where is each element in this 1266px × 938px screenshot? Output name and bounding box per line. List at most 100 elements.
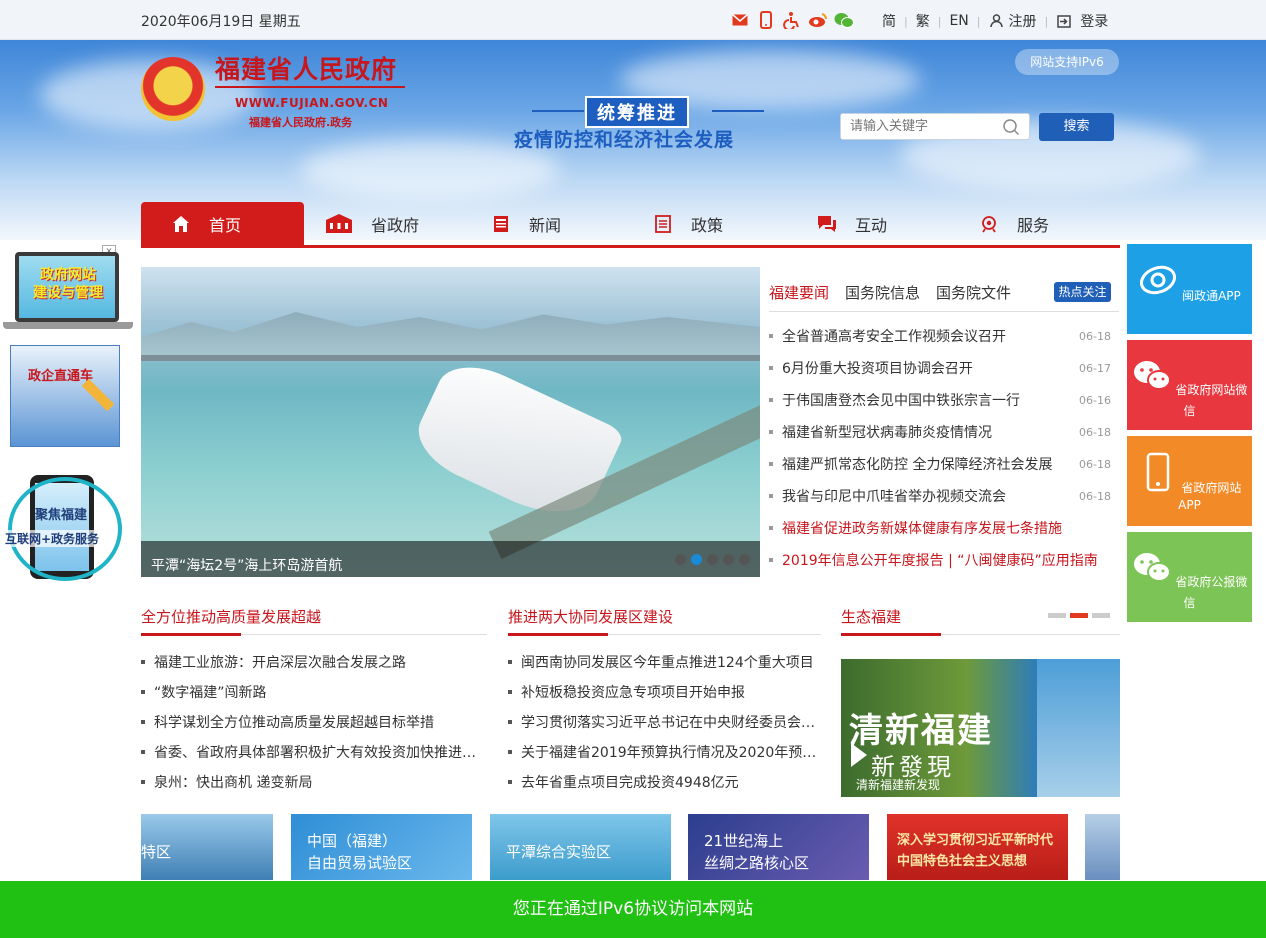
gov-app-link[interactable]: 省政府网站APP bbox=[1127, 436, 1252, 526]
slogan-bottom[interactable]: 疫情防控和经济社会发展 bbox=[514, 125, 734, 152]
list-item[interactable]: 闽西南协同发展区今年重点推进124个重大项目 bbox=[508, 647, 821, 677]
list-item-title[interactable]: “数字福建”闯新路 bbox=[154, 682, 267, 702]
news-title[interactable]: 2019年信息公开年度报告 | “八闽健康码”应用指南 bbox=[782, 550, 1111, 570]
gov-website-ad[interactable]: 政府网站 建设与管理 bbox=[3, 252, 133, 332]
list-item-title[interactable]: 科学谋划全方位推动高质量发展超越目标举措 bbox=[154, 712, 434, 732]
search-icon[interactable] bbox=[1001, 117, 1021, 137]
list-item[interactable]: 6月份重大投资项目协调会召开 06-17 bbox=[769, 352, 1111, 384]
tile-maritime-silk-road[interactable]: 21世纪海上 丝绸之路核心区 bbox=[688, 814, 869, 880]
news-date: 06-18 bbox=[1079, 329, 1111, 343]
focus-fujian-ad[interactable]: 聚焦福建 互联网+政务服务 bbox=[5, 467, 127, 587]
nav-home[interactable]: 首页 bbox=[141, 202, 304, 245]
list-item[interactable]: 福建严抓常态化防控 全力保障经济社会发展 06-18 bbox=[769, 448, 1111, 480]
news-title[interactable]: 福建省新型冠状病毒肺炎疫情情况 bbox=[782, 422, 1079, 442]
list-item[interactable]: 2019年信息公开年度报告 | “八闽健康码”应用指南 bbox=[769, 544, 1111, 576]
carousel-caption[interactable]: 平潭“海坛2号”海上环岛游首航 bbox=[141, 541, 760, 577]
bullet bbox=[141, 720, 145, 724]
tab-state-council-docs[interactable]: 国务院文件 bbox=[936, 282, 1011, 303]
nav-label: 首页 bbox=[209, 215, 242, 235]
site-title[interactable]: 福建省人民政府 bbox=[215, 50, 397, 86]
hot-topics-button[interactable]: 热点关注 bbox=[1054, 282, 1111, 302]
list-item[interactable]: 全省普通高考安全工作视频会议召开 06-18 bbox=[769, 320, 1111, 352]
national-emblem-logo[interactable] bbox=[141, 57, 205, 121]
tile-xi-thought[interactable]: 深入学习贯彻习近平新时代 中国特色社会主义思想 bbox=[887, 814, 1068, 880]
direct-train-ad[interactable]: 政企直通车 bbox=[10, 345, 120, 447]
tile-special-zone[interactable]: 特区 bbox=[141, 814, 273, 880]
list-item-title[interactable]: 泉州：快出商机 递变新局 bbox=[154, 772, 312, 792]
nav-policy[interactable]: 政策 bbox=[653, 202, 723, 245]
section-title[interactable]: 全方位推动高质量发展超越 bbox=[141, 606, 321, 627]
list-item[interactable]: 科学谋划全方位推动高质量发展超越目标举措 bbox=[141, 707, 487, 737]
mobile-icon[interactable] bbox=[756, 10, 776, 30]
mail-icon[interactable] bbox=[730, 10, 750, 30]
register-link[interactable]: 注册 bbox=[1008, 11, 1036, 31]
list-item-title[interactable]: 关于福建省2019年预算执行情况及2020年预算… bbox=[521, 742, 821, 762]
list-item-title[interactable]: 去年省重点项目完成投资4948亿元 bbox=[521, 772, 739, 792]
list-item[interactable]: 关于福建省2019年预算执行情况及2020年预算… bbox=[508, 737, 821, 767]
slide-pager bbox=[1048, 613, 1110, 618]
carousel-dot[interactable] bbox=[675, 554, 686, 565]
nav-news[interactable]: 新闻 bbox=[491, 202, 561, 245]
nav-government[interactable]: 省政府 bbox=[325, 202, 419, 245]
news-title[interactable]: 我省与印尼中爪哇省举办视频交流会 bbox=[782, 486, 1079, 506]
news-carousel[interactable]: 平潭“海坛2号”海上环岛游首航 bbox=[141, 267, 760, 577]
section-title[interactable]: 推进两大协同发展区建设 bbox=[508, 606, 673, 627]
list-item[interactable]: 去年省重点项目完成投资4948亿元 bbox=[508, 767, 821, 797]
nav-label: 新闻 bbox=[529, 215, 562, 235]
english-link[interactable]: EN bbox=[949, 13, 968, 29]
wechat-icon[interactable] bbox=[834, 10, 854, 30]
minzhengtong-app-link[interactable]: 闽政通APP bbox=[1127, 244, 1252, 334]
news-title[interactable]: 于伟国唐登杰会见中国中铁张宗言一行 bbox=[782, 390, 1079, 410]
gov-wechat-link[interactable]: 省政府网站微信 bbox=[1127, 340, 1252, 430]
bullet bbox=[769, 494, 773, 498]
pager-dot[interactable] bbox=[1092, 613, 1110, 618]
gazette-wechat-link[interactable]: 省政府公报微信 bbox=[1127, 532, 1252, 622]
section-title[interactable]: 生态福建 bbox=[841, 606, 901, 627]
pager-dot[interactable] bbox=[1048, 613, 1066, 618]
tile-pingtan-zone[interactable]: 平潭综合实验区 bbox=[490, 814, 671, 880]
nav-service[interactable]: 服务 bbox=[979, 202, 1049, 245]
search-button[interactable]: 搜索 bbox=[1039, 113, 1114, 141]
play-icon[interactable] bbox=[851, 743, 867, 771]
pager-dot-active[interactable] bbox=[1070, 613, 1088, 618]
list-item[interactable]: 我省与印尼中爪哇省举办视频交流会 06-18 bbox=[769, 480, 1111, 512]
list-item[interactable]: 省委、省政府具体部署积极扩大有效投资加快推进… bbox=[141, 737, 487, 767]
tile-free-trade-zone[interactable]: 中国（福建） 自由贸易试验区 bbox=[291, 814, 472, 880]
news-title[interactable]: 福建严抓常态化防控 全力保障经济社会发展 bbox=[782, 454, 1079, 474]
list-item-title[interactable]: 福建工业旅游：开启深层次融合发展之路 bbox=[154, 652, 406, 672]
carousel-dot[interactable] bbox=[739, 554, 750, 565]
tab-state-council-info[interactable]: 国务院信息 bbox=[845, 282, 920, 303]
right-float-label: 闽政通APP bbox=[1182, 289, 1241, 303]
search-input[interactable] bbox=[841, 114, 991, 139]
tile-next[interactable] bbox=[1085, 814, 1120, 880]
list-item-title[interactable]: 学习贯彻落实习近平总书记在中央财经委员会… bbox=[521, 712, 815, 732]
list-item[interactable]: 泉州：快出商机 递变新局 bbox=[141, 767, 487, 797]
accessibility-icon[interactable] bbox=[782, 10, 802, 30]
nav-interaction[interactable]: 互动 bbox=[817, 202, 887, 245]
carousel-dot[interactable] bbox=[707, 554, 718, 565]
news-title[interactable]: 福建省促进政务新媒体健康有序发展七条措施 bbox=[782, 518, 1111, 538]
news-title[interactable]: 全省普通高考安全工作视频会议召开 bbox=[782, 326, 1079, 346]
list-item[interactable]: 福建工业旅游：开启深层次融合发展之路 bbox=[141, 647, 487, 677]
list-item[interactable]: “数字福建”闯新路 bbox=[141, 677, 487, 707]
list-item[interactable]: 于伟国唐登杰会见中国中铁张宗言一行 06-16 bbox=[769, 384, 1111, 416]
login-link[interactable]: 登录 bbox=[1080, 11, 1108, 31]
list-item-title[interactable]: 补短板稳投资应急专项项目开始申报 bbox=[521, 682, 745, 702]
eco-fujian-image[interactable]: 清新福建 新發現 清新福建新发现 bbox=[841, 659, 1120, 797]
simplified-link[interactable]: 简 bbox=[882, 11, 896, 31]
eco-image-caption: 清新福建新发现 bbox=[856, 778, 941, 792]
carousel-dot-active[interactable] bbox=[691, 554, 702, 565]
list-item[interactable]: 补短板稳投资应急专项项目开始申报 bbox=[508, 677, 821, 707]
weibo-icon[interactable] bbox=[808, 10, 828, 30]
news-title[interactable]: 6月份重大投资项目协调会召开 bbox=[782, 358, 1079, 378]
list-item[interactable]: 福建省新型冠状病毒肺炎疫情情况 06-18 bbox=[769, 416, 1111, 448]
nav-label: 服务 bbox=[1017, 215, 1050, 235]
carousel-dot[interactable] bbox=[723, 554, 734, 565]
traditional-link[interactable]: 繁 bbox=[916, 11, 930, 31]
ipv6-support-badge[interactable]: 网站支持IPv6 bbox=[1015, 49, 1119, 75]
list-item[interactable]: 学习贯彻落实习近平总书记在中央财经委员会… bbox=[508, 707, 821, 737]
list-item[interactable]: 福建省促进政务新媒体健康有序发展七条措施 bbox=[769, 512, 1111, 544]
tab-fujian-news[interactable]: 福建要闻 bbox=[769, 282, 829, 303]
list-item-title[interactable]: 省委、省政府具体部署积极扩大有效投资加快推进… bbox=[154, 742, 476, 762]
list-item-title[interactable]: 闽西南协同发展区今年重点推进124个重大项目 bbox=[521, 652, 814, 672]
